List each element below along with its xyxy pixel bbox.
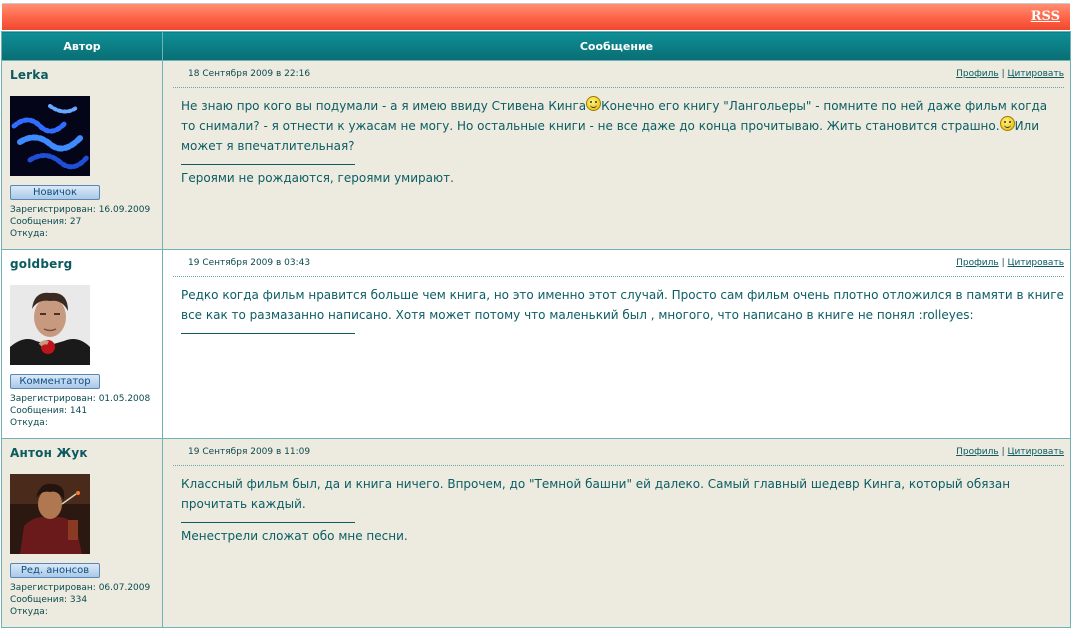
post-header: 18 Сентября 2009 в 22:16 Профиль | Цитир…	[173, 61, 1064, 88]
table-row: Lerka Новичок Зарегистрирован: 16.09.200…	[1, 60, 1071, 250]
profile-link[interactable]: Профиль	[956, 258, 999, 268]
signature: Героями не рождаются, героями умирают.	[181, 171, 454, 185]
user-stats: Зарегистрирован: 06.07.2009 Сообщения: 3…	[10, 582, 154, 618]
avatar	[10, 285, 90, 365]
post-message-cell: 18 Сентября 2009 в 22:16 Профиль | Цитир…	[162, 60, 1071, 250]
post-message-cell: 19 Сентября 2009 в 11:09 Профиль | Цитир…	[162, 438, 1071, 628]
registered-date: 16.09.2009	[98, 205, 151, 215]
quote-link[interactable]: Цитировать	[1007, 258, 1064, 268]
post-actions: Профиль | Цитировать	[956, 258, 1064, 268]
signature-divider	[181, 522, 355, 523]
post-text: Классный фильм был, да и книга ничего. В…	[173, 466, 1064, 546]
post-date: 19 Сентября 2009 в 03:43	[188, 258, 311, 268]
user-stats: Зарегистрирован: 01.05.2008 Сообщения: 1…	[10, 393, 154, 429]
quote-link[interactable]: Цитировать	[1007, 447, 1064, 457]
post-author-cell: Lerka Новичок Зарегистрирован: 16.09.200…	[1, 60, 163, 250]
signature-divider	[181, 164, 355, 165]
signature: Менестрели сложат обо мне песни.	[181, 529, 408, 543]
messages-label: Сообщения:	[10, 406, 68, 416]
from-label: Откуда:	[10, 229, 48, 239]
action-separator: |	[1001, 69, 1005, 79]
quote-link[interactable]: Цитировать	[1007, 69, 1064, 79]
rank-badge: Новичок	[10, 185, 100, 200]
user-stats: Зарегистрирован: 16.09.2009 Сообщения: 2…	[10, 204, 154, 240]
column-header-author: Автор	[1, 31, 163, 61]
post-actions: Профиль | Цитировать	[956, 69, 1064, 79]
column-header-message: Сообщение	[162, 31, 1071, 61]
top-banner: RSS	[2, 3, 1070, 30]
post-header: 19 Сентября 2009 в 03:43 Профиль | Цитир…	[173, 250, 1064, 277]
rank-badge: Ред. анонсов	[10, 563, 100, 578]
profile-link[interactable]: Профиль	[956, 447, 999, 457]
signature-divider	[181, 333, 355, 334]
messages-count: 27	[69, 217, 82, 227]
post-date: 19 Сентября 2009 в 11:09	[188, 447, 311, 457]
avatar	[10, 96, 90, 176]
post-author-cell: goldberg Комментатор Зарегистрирован: 01…	[1, 249, 163, 439]
table-row: Антон Жук Ред. анонсов Зарегистрирован: …	[1, 438, 1071, 628]
username[interactable]: Антон Жук	[10, 446, 154, 460]
post-text: Не знаю про кого вы подумали - а я имею …	[173, 88, 1064, 188]
username[interactable]: goldberg	[10, 257, 154, 271]
smiley-icon	[586, 96, 602, 111]
table-header-row: Автор Сообщение	[1, 31, 1071, 61]
registered-date: 06.07.2009	[98, 583, 151, 593]
from-label: Откуда:	[10, 607, 48, 617]
registered-date: 01.05.2008	[98, 394, 151, 404]
post-message-cell: 19 Сентября 2009 в 03:43 Профиль | Цитир…	[162, 249, 1071, 439]
forum-posts-table: Автор Сообщение Lerka Новичок Зарегистри…	[1, 31, 1071, 628]
rss-link[interactable]: RSS	[1031, 9, 1060, 24]
username[interactable]: Lerka	[10, 68, 154, 82]
avatar	[10, 474, 90, 554]
action-separator: |	[1001, 447, 1005, 457]
profile-link[interactable]: Профиль	[956, 69, 999, 79]
table-row: goldberg Комментатор Зарегистрирован: 01…	[1, 249, 1071, 439]
rank-badge: Комментатор	[10, 374, 100, 389]
post-author-cell: Антон Жук Ред. анонсов Зарегистрирован: …	[1, 438, 163, 628]
registered-label: Зарегистрирован:	[10, 583, 96, 593]
action-separator: |	[1001, 258, 1005, 268]
post-header: 19 Сентября 2009 в 11:09 Профиль | Цитир…	[173, 439, 1064, 466]
post-text-part: Редко когда фильм нравится больше чем кн…	[181, 288, 1064, 322]
post-text-part: Классный фильм был, да и книга ничего. В…	[181, 477, 1011, 511]
post-text-part: Не знаю про кого вы подумали - а я имею …	[181, 99, 587, 113]
post-actions: Профиль | Цитировать	[956, 447, 1064, 457]
messages-count: 334	[69, 595, 88, 605]
post-text: Редко когда фильм нравится больше чем кн…	[173, 277, 1064, 334]
messages-label: Сообщения:	[10, 217, 68, 227]
messages-count: 141	[69, 406, 88, 416]
registered-label: Зарегистрирован:	[10, 394, 96, 404]
messages-label: Сообщения:	[10, 595, 68, 605]
smiley-icon	[999, 116, 1015, 131]
from-label: Откуда:	[10, 418, 48, 428]
registered-label: Зарегистрирован:	[10, 205, 96, 215]
post-date: 18 Сентября 2009 в 22:16	[188, 69, 311, 79]
